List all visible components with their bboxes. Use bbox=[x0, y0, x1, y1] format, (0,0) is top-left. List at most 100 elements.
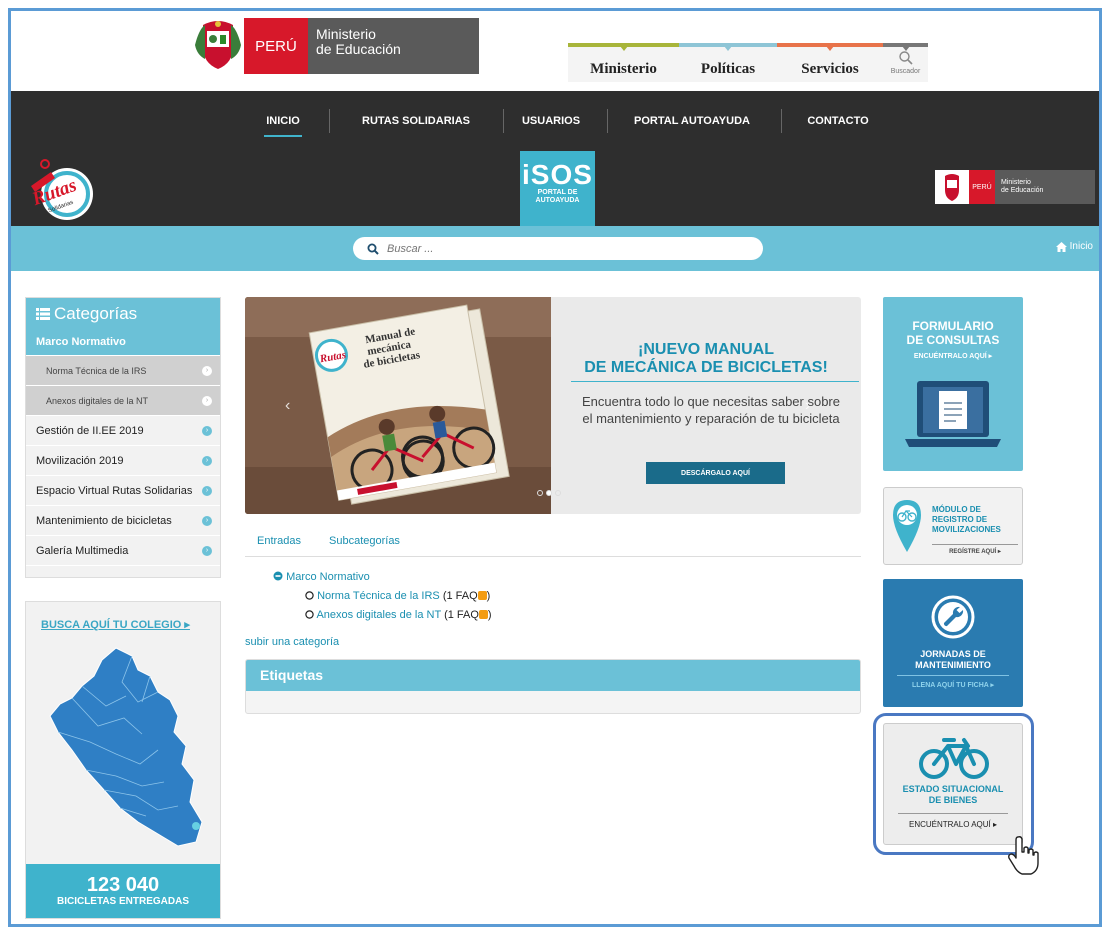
category-label: Movilización 2019 bbox=[36, 454, 124, 467]
category-movilizacion[interactable]: Movilización 2019 › bbox=[26, 446, 220, 476]
tree-child-label[interactable]: Anexos digitales de la NT bbox=[316, 609, 441, 621]
consultation-form-card[interactable]: FORMULARIO DE CONSULTAS ENCUÉNTRALO AQUÍ… bbox=[883, 297, 1023, 471]
asset-status-link[interactable]: ENCUÉNTRALO AQUÍ ▸ bbox=[884, 820, 1022, 829]
nav-item-contacto[interactable]: CONTACTO bbox=[793, 91, 883, 151]
nav-item-inicio[interactable]: INICIO bbox=[255, 91, 311, 151]
maintenance-card-link[interactable]: LLENA AQUÍ TU FICHA ▸ bbox=[883, 681, 1023, 689]
category-gestion-iiee[interactable]: Gestión de II.EE 2019 › bbox=[26, 416, 220, 446]
mobilization-title-line3: MOVILIZACIONES bbox=[932, 525, 1001, 534]
portal-banner: Rutas Solidarias iSOS PORTAL DE AUTOAYUD… bbox=[11, 151, 1099, 226]
category-label: Mantenimiento de bicicletas bbox=[36, 514, 172, 527]
slider-heading-line1: ¡NUEVO MANUAL bbox=[638, 341, 774, 358]
manual-book-image[interactable]: Rutas Manual de mecánica de bicicletas bbox=[245, 297, 551, 514]
slider-pagination bbox=[537, 490, 561, 496]
slider-heading-line2: DE MECÁNICA DE BICICLETAS! bbox=[584, 359, 828, 376]
small-ministry-line1: Ministerio bbox=[1001, 179, 1031, 186]
categories-title-text: Categorías bbox=[54, 303, 138, 323]
mobilization-divider bbox=[932, 544, 1018, 545]
form-card-title-line2: DE CONSULTAS bbox=[906, 333, 1000, 347]
slider-body-text: Encuentra todo lo que necesitas saber so… bbox=[581, 394, 840, 426]
home-link-label: Inicio bbox=[1069, 241, 1093, 252]
search-input[interactable] bbox=[387, 242, 747, 255]
main-nav: INICIO RUTAS SOLIDARIAS USUARIOS PORTAL … bbox=[11, 91, 1099, 151]
nav-separator bbox=[329, 109, 330, 133]
ministry-small-logo[interactable]: PERÚ Ministerio de Educación bbox=[935, 170, 1095, 204]
chevron-right-icon: › bbox=[202, 485, 212, 496]
asset-status-divider bbox=[898, 813, 1008, 814]
slider-prev-arrow[interactable]: ‹ bbox=[285, 397, 290, 415]
category-label: Anexos digitales de la NT bbox=[46, 395, 149, 406]
category-anexos-digitales[interactable]: Anexos digitales de la NT › bbox=[26, 386, 220, 416]
tree-root[interactable]: Marco Normativo bbox=[273, 568, 492, 587]
isos-portal-logo[interactable]: iSOS PORTAL DE AUTOAYUDA bbox=[520, 151, 595, 226]
category-label: Galería Multimedia bbox=[36, 544, 129, 557]
search-box[interactable] bbox=[353, 237, 763, 260]
ministry-line2: de Educación bbox=[316, 41, 401, 57]
small-coat-of-arms-icon bbox=[935, 170, 969, 204]
nav-item-rutas-solidarias[interactable]: RUTAS SOLIDARIAS bbox=[341, 91, 491, 151]
magnifier-icon bbox=[898, 51, 913, 65]
tree-child-count: (1 FAQ bbox=[444, 609, 479, 621]
featured-slider[interactable]: Rutas Manual de mecánica de bicicletas ‹… bbox=[245, 297, 861, 514]
tags-panel: Etiquetas bbox=[245, 659, 861, 714]
hand-pointer-icon bbox=[1008, 836, 1039, 875]
bikes-delivered-label: BICICLETAS ENTREGADAS bbox=[56, 896, 190, 907]
maintenance-days-card[interactable]: JORNADAS DE MANTENIMIENTO LLENA AQUÍ TU … bbox=[883, 579, 1023, 707]
asset-status-title-line2: DE BIENES bbox=[928, 795, 978, 805]
search-icon[interactable] bbox=[367, 243, 379, 255]
category-galeria[interactable]: Galería Multimedia › bbox=[26, 536, 220, 566]
tree-child-anexos[interactable]: Anexos digitales de la NT (1 FAQ) bbox=[273, 606, 492, 625]
top-header: PERÚ Ministerio de Educación Ministerio … bbox=[11, 11, 1099, 91]
mobilization-registry-card[interactable]: MÓDULO DE REGISTRO DE MOVILIZACIONES REG… bbox=[883, 487, 1023, 565]
tree-child-label[interactable]: Norma Técnica de la IRS bbox=[317, 590, 440, 602]
content-tabs: Entradas Subcategorías bbox=[245, 530, 861, 557]
tab-entradas[interactable]: Entradas bbox=[257, 535, 301, 547]
nav-item-usuarios[interactable]: USUARIOS bbox=[511, 91, 591, 151]
rss-icon[interactable] bbox=[478, 610, 488, 619]
nav-item-portal-autoayuda[interactable]: PORTAL AUTOAYUDA bbox=[617, 91, 767, 151]
nav-separator bbox=[781, 109, 782, 133]
chevron-right-icon: › bbox=[202, 395, 212, 406]
ministry-logo[interactable]: Ministerio de Educación bbox=[308, 18, 479, 74]
tree-child-norma[interactable]: Norma Técnica de la IRS (1 FAQ) bbox=[273, 587, 492, 606]
laptop-document-icon bbox=[905, 381, 1001, 447]
download-manual-button[interactable]: DESCÁRGALO AQUÍ bbox=[646, 462, 785, 484]
peru-map-icon[interactable] bbox=[46, 646, 206, 851]
slider-dot-3[interactable] bbox=[555, 490, 561, 496]
tab-buscador-label: Buscador bbox=[890, 68, 921, 75]
tab-subcategorias[interactable]: Subcategorías bbox=[329, 535, 400, 547]
category-norma-tecnica[interactable]: Norma Técnica de la IRS › bbox=[26, 356, 220, 386]
rss-icon[interactable] bbox=[477, 591, 487, 600]
slider-dot-2[interactable] bbox=[546, 490, 552, 496]
coat-of-arms-icon bbox=[195, 21, 241, 69]
tab-ministerio[interactable]: Ministerio bbox=[568, 43, 679, 82]
circle-minus-icon[interactable] bbox=[273, 571, 283, 581]
tags-panel-title: Etiquetas bbox=[246, 660, 860, 691]
tree-root-label: Marco Normativo bbox=[286, 571, 370, 583]
list-icon bbox=[36, 307, 50, 320]
nav-active-indicator bbox=[264, 135, 302, 137]
form-card-title-line1: FORMULARIO bbox=[912, 319, 994, 333]
mobilization-title-line2: REGISTRO DE bbox=[932, 515, 988, 524]
tab-buscador[interactable]: Buscador bbox=[883, 43, 928, 82]
asset-status-card[interactable]: ESTADO SITUACIONAL DE BIENES ENCUÉNTRALO… bbox=[883, 723, 1023, 845]
mobilization-card-link[interactable]: REGÍSTRE AQUÍ ▸ bbox=[932, 548, 1018, 555]
slider-dot-1[interactable] bbox=[537, 490, 543, 496]
maintenance-title-line1: JORNADAS DE bbox=[920, 649, 986, 659]
chevron-right-icon: › bbox=[202, 365, 212, 376]
up-category-link[interactable]: subir una categoría bbox=[245, 636, 339, 648]
peru-label[interactable]: PERÚ bbox=[244, 18, 308, 74]
home-link[interactable]: Inicio bbox=[1055, 241, 1093, 252]
category-espacio-virtual[interactable]: Espacio Virtual Rutas Solidarias › bbox=[26, 476, 220, 506]
school-search-link[interactable]: BUSCA AQUÍ TU COLEGIO ▸ bbox=[41, 618, 190, 631]
tab-politicas[interactable]: Políticas bbox=[679, 43, 777, 82]
categories-title: Categorías bbox=[26, 298, 220, 329]
page-frame: PERÚ Ministerio de Educación Ministerio … bbox=[8, 8, 1102, 927]
category-marco-normativo[interactable]: Marco Normativo bbox=[26, 329, 220, 356]
isos-logo-title: iSOS bbox=[522, 159, 593, 190]
maintenance-title-line2: MANTENIMIENTO bbox=[915, 660, 991, 670]
category-mantenimiento[interactable]: Mantenimiento de bicicletas › bbox=[26, 506, 220, 536]
form-card-link[interactable]: ENCUÉNTRALO AQUÍ ▸ bbox=[883, 352, 1023, 360]
tab-servicios[interactable]: Servicios bbox=[777, 43, 883, 82]
rutas-solidarias-logo[interactable]: Rutas Solidarias bbox=[25, 156, 99, 222]
